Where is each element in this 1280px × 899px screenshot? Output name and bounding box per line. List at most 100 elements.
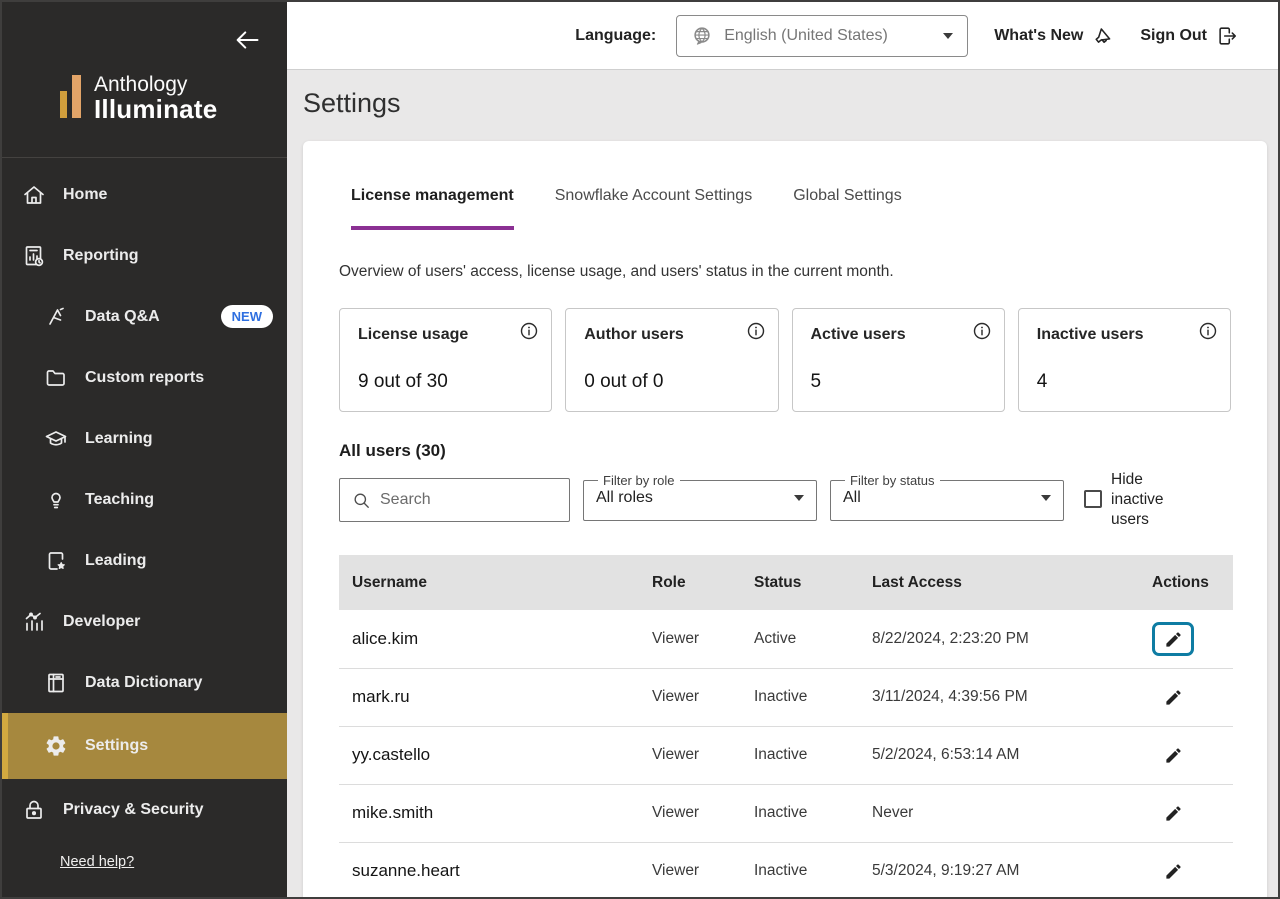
main-area: Language: English (United States) What's…	[287, 2, 1278, 897]
username-cell: alice.kim	[339, 610, 650, 668]
info-icon[interactable]	[519, 321, 539, 341]
table-row: alice.kim Viewer Active 8/22/2024, 2:23:…	[339, 610, 1233, 668]
sidebar-item-custom-reports[interactable]: Custom reports	[2, 347, 287, 408]
stat-card-author-users: Author users 0 out of 0	[565, 308, 778, 412]
sidebar-item-label: Privacy & Security	[63, 801, 204, 819]
home-icon	[22, 183, 46, 207]
pencil-icon	[1164, 746, 1183, 765]
tab-license-management[interactable]: License management	[351, 187, 514, 230]
need-help-link[interactable]: Need help?	[60, 854, 287, 870]
last-access-cell: Never	[870, 784, 1150, 842]
role-cell: Viewer	[650, 668, 752, 726]
sidebar-item-learning[interactable]: Learning	[2, 408, 287, 469]
sign-out-label: Sign Out	[1140, 27, 1207, 45]
whats-new-button[interactable]: What's New	[994, 25, 1114, 47]
column-header-status: Status	[752, 555, 870, 610]
edit-user-button[interactable]	[1152, 622, 1194, 656]
sidebar-item-label: Reporting	[63, 247, 139, 265]
all-users-heading: All users (30)	[339, 441, 1231, 461]
sidebar-item-label: Developer	[63, 613, 140, 631]
content-area: Settings License management Snowflake Ac…	[287, 70, 1278, 897]
edit-user-button[interactable]	[1152, 680, 1194, 714]
sign-out-button[interactable]: Sign Out	[1140, 25, 1238, 47]
role-cell: Viewer	[650, 726, 752, 784]
column-header-actions: Actions	[1150, 555, 1233, 610]
status-cell: Inactive	[752, 726, 870, 784]
hide-inactive-users-checkbox[interactable]	[1084, 490, 1102, 508]
last-access-cell: 5/2/2024, 6:53:14 AM	[870, 726, 1150, 784]
status-cell: Active	[752, 610, 870, 668]
search-input[interactable]	[380, 491, 557, 509]
language-value: English (United States)	[724, 27, 888, 45]
stat-card-inactive-users: Inactive users 4	[1018, 308, 1231, 412]
role-cell: Viewer	[650, 784, 752, 842]
graduation-cap-icon	[44, 427, 68, 451]
stat-card-active-users: Active users 5	[792, 308, 1005, 412]
column-header-last-access: Last Access	[870, 555, 1150, 610]
last-access-cell: 5/3/2024, 9:19:27 AM	[870, 842, 1150, 897]
sidebar-item-settings[interactable]: Settings	[2, 713, 287, 779]
brand-name-top: Anthology	[94, 74, 217, 96]
stat-card-license-usage: License usage 9 out of 30	[339, 308, 552, 412]
chevron-down-icon	[943, 33, 953, 39]
sidebar-item-label: Learning	[85, 430, 153, 448]
pencil-icon	[1164, 862, 1183, 881]
tab-bar: License management Snowflake Account Set…	[351, 187, 1231, 230]
sidebar-item-privacy-security[interactable]: Privacy & Security	[2, 779, 287, 840]
dictionary-book-icon	[44, 671, 68, 695]
gear-icon	[44, 734, 68, 758]
edit-user-button[interactable]	[1152, 854, 1194, 888]
sidebar-item-label: Home	[63, 186, 107, 204]
tab-snowflake-account-settings[interactable]: Snowflake Account Settings	[555, 187, 752, 230]
stat-value: 9 out of 30	[358, 371, 448, 393]
sidebar-item-label: Teaching	[85, 491, 154, 509]
role-cell: Viewer	[650, 842, 752, 897]
lock-icon	[22, 798, 46, 822]
sidebar: Anthology Illuminate Home Reporting	[2, 2, 287, 897]
username-cell: mike.smith	[339, 784, 650, 842]
megaphone-icon	[1092, 25, 1114, 47]
sidebar-item-developer[interactable]: Developer	[2, 591, 287, 652]
sidebar-item-teaching[interactable]: Teaching	[2, 469, 287, 530]
topbar: Language: English (United States) What's…	[287, 2, 1278, 70]
status-cell: Inactive	[752, 784, 870, 842]
pencil-icon	[1164, 804, 1183, 823]
filter-row: Filter by role All roles Filter by statu…	[339, 470, 1231, 530]
pencil-icon	[1164, 688, 1183, 707]
chevron-down-icon	[794, 495, 804, 501]
stat-value: 5	[811, 371, 822, 393]
username-cell: yy.castello	[339, 726, 650, 784]
filter-by-role-label: Filter by role	[598, 473, 680, 488]
hide-inactive-users-label: Hide inactive users	[1111, 470, 1175, 530]
data-qa-icon	[44, 305, 68, 329]
sidebar-item-data-dictionary[interactable]: Data Dictionary	[2, 652, 287, 713]
sidebar-item-leading[interactable]: Leading	[2, 530, 287, 591]
info-icon[interactable]	[746, 321, 766, 341]
stat-value: 4	[1037, 371, 1048, 393]
table-header-row: Username Role Status Last Access Actions	[339, 555, 1233, 610]
language-select[interactable]: English (United States)	[676, 15, 968, 57]
status-cell: Inactive	[752, 668, 870, 726]
filter-by-status-select[interactable]: Filter by status All	[830, 473, 1064, 521]
info-icon[interactable]	[972, 321, 992, 341]
new-badge: NEW	[221, 305, 273, 328]
filter-by-status-label: Filter by status	[845, 473, 940, 488]
status-cell: Inactive	[752, 842, 870, 897]
edit-user-button[interactable]	[1152, 738, 1194, 772]
table-row: suzanne.heart Viewer Inactive 5/3/2024, …	[339, 842, 1233, 897]
collapse-sidebar-icon[interactable]	[233, 26, 261, 54]
sidebar-item-reporting[interactable]: Reporting	[2, 225, 287, 286]
page-title: Settings	[303, 88, 1267, 119]
sidebar-nav: Home Reporting Data Q&A NEW Custom r	[2, 158, 287, 840]
edit-user-button[interactable]	[1152, 796, 1194, 830]
tab-global-settings[interactable]: Global Settings	[793, 187, 902, 230]
brand-name-bottom: Illuminate	[94, 96, 217, 123]
whats-new-label: What's New	[994, 27, 1083, 45]
search-box	[339, 478, 570, 522]
sidebar-item-data-qa[interactable]: Data Q&A NEW	[2, 286, 287, 347]
pencil-icon	[1164, 630, 1183, 649]
filter-by-role-select[interactable]: Filter by role All roles	[583, 473, 817, 521]
language-label: Language:	[575, 27, 656, 45]
info-icon[interactable]	[1198, 321, 1218, 341]
sidebar-item-home[interactable]: Home	[2, 164, 287, 225]
